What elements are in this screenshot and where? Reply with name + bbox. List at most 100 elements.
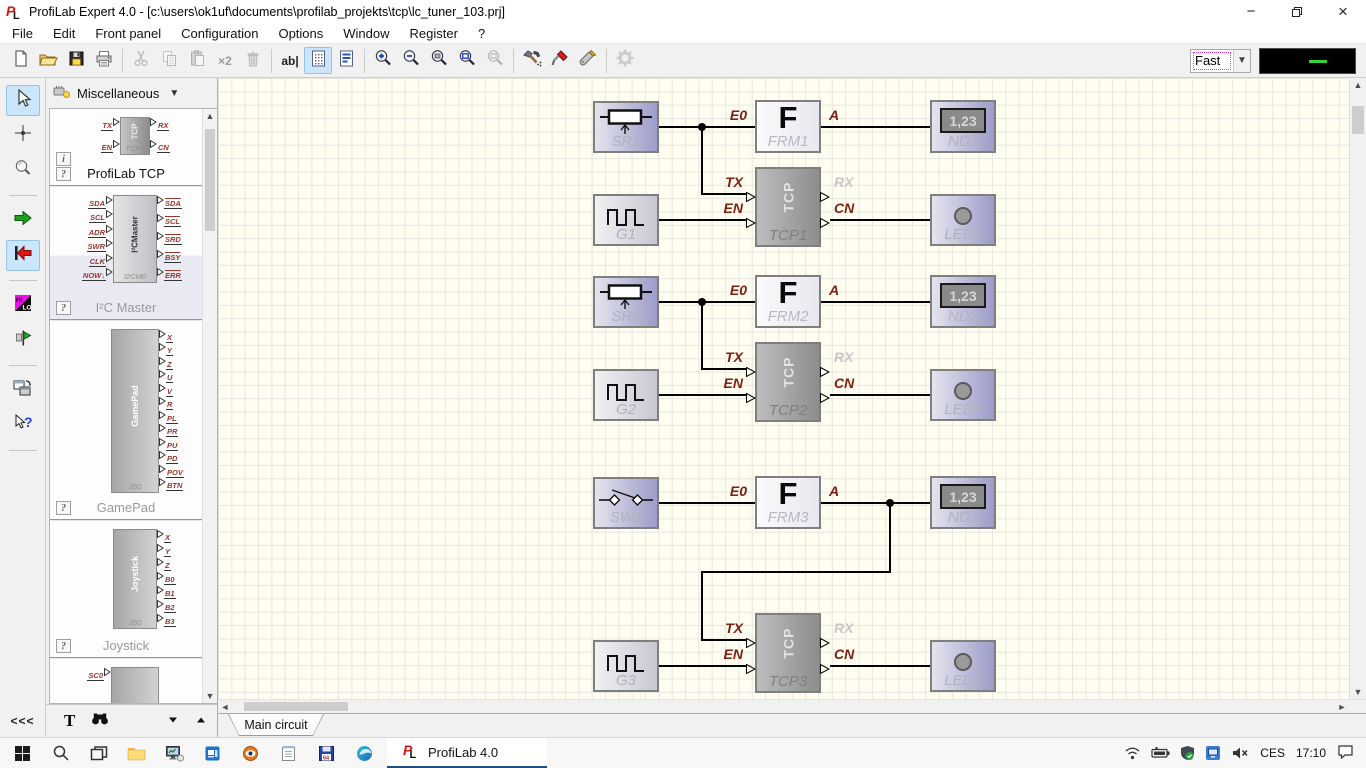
scroll-left-icon[interactable]: ◄ xyxy=(218,700,232,713)
defender-shield-icon[interactable] xyxy=(1180,745,1195,761)
eye-viewer-icon[interactable] xyxy=(238,741,263,766)
canvas-component-nd3[interactable]: 1,23ND3 xyxy=(930,476,996,529)
canvas-component-frm1[interactable]: FFRM1 xyxy=(755,100,821,153)
library-category-header[interactable]: Miscellaneous ▼ xyxy=(46,78,217,108)
library-item-joystick[interactable]: JoystickJS0XYZB0B1B2B3Joystick? xyxy=(50,521,202,659)
simulation-speed-select[interactable]: Fast ▼ xyxy=(1190,49,1251,73)
menu-item-front-panel[interactable]: Front panel xyxy=(85,24,171,43)
battery-icon[interactable] xyxy=(1151,747,1170,759)
scroll-down-icon[interactable]: ▼ xyxy=(203,689,217,703)
file-explorer-icon[interactable] xyxy=(124,741,149,766)
menu-item-options[interactable]: Options xyxy=(268,24,333,43)
help-button[interactable]: ? xyxy=(56,167,71,181)
library-item-partial[interactable]: SC0 xyxy=(50,659,202,704)
stop-simulation-button[interactable] xyxy=(6,240,40,271)
menu-item-?[interactable]: ? xyxy=(468,24,495,43)
tools-hammer-button[interactable] xyxy=(518,47,546,74)
screwdriver-button[interactable] xyxy=(546,47,574,74)
menu-item-edit[interactable]: Edit xyxy=(43,24,85,43)
restore-button[interactable] xyxy=(1274,0,1320,23)
front-panel-editor-button[interactable] xyxy=(332,47,360,74)
library-item-profilab-tcp[interactable]: TCPTCP0TXENRXCNProfiLab TCPi? xyxy=(50,109,202,187)
close-button[interactable]: × xyxy=(1320,0,1366,23)
zoom-selection-button[interactable] xyxy=(425,47,453,74)
canvas-component-tcp2[interactable]: TCPTCP2 xyxy=(755,342,821,422)
canvas-component-led1[interactable]: LED1 xyxy=(930,194,996,246)
new-document-button[interactable] xyxy=(6,47,34,74)
volume-muted-icon[interactable] xyxy=(1231,746,1249,760)
help-button[interactable]: ? xyxy=(56,639,71,653)
keyboard-layout[interactable]: CES xyxy=(1260,746,1285,760)
select-arrow-button[interactable] xyxy=(6,85,40,116)
scroll-down-icon[interactable]: ▼ xyxy=(1350,685,1366,699)
menu-item-window[interactable]: Window xyxy=(333,24,399,43)
news-app-icon[interactable] xyxy=(200,741,225,766)
zoom-page-button[interactable] xyxy=(453,47,481,74)
notification-bubble-icon[interactable] xyxy=(1337,744,1354,762)
text-tool-button[interactable]: ab| xyxy=(276,47,304,74)
cascade-windows-button[interactable] xyxy=(6,375,40,406)
zoom-in-button[interactable] xyxy=(369,47,397,74)
canvas-component-nd2[interactable]: 1,23ND2 xyxy=(930,275,996,328)
print-button[interactable] xyxy=(90,47,118,74)
network-app-icon[interactable] xyxy=(1205,745,1221,761)
collapse-panel-button[interactable]: <<< xyxy=(0,714,45,728)
speed-value[interactable]: Fast xyxy=(1191,50,1233,72)
scroll-up-icon[interactable]: ▲ xyxy=(203,109,217,123)
canvas-component-sr1[interactable]: SR1 xyxy=(593,101,659,153)
hxd-editor-icon[interactable]: 64 xyxy=(314,741,339,766)
wifi-icon[interactable] xyxy=(1124,746,1141,760)
task-view-icon[interactable] xyxy=(86,741,111,766)
canvas-component-g1[interactable]: G1 xyxy=(593,194,659,246)
grid-toggle-button[interactable] xyxy=(304,47,332,74)
canvas-component-sw1[interactable]: SW1 xyxy=(593,477,659,529)
minimize-button[interactable]: − xyxy=(1228,0,1274,23)
canvas-component-tcp3[interactable]: TCPTCP3 xyxy=(755,613,821,693)
library-scrollbar[interactable]: ▲ ▼ xyxy=(202,109,217,703)
canvas-component-g3[interactable]: G3 xyxy=(593,640,659,692)
remote-desktop-icon[interactable] xyxy=(162,741,187,766)
tab-main-circuit[interactable]: Main circuit xyxy=(228,714,324,736)
find-tool-button[interactable] xyxy=(91,711,109,731)
scrollbar-thumb[interactable] xyxy=(1352,106,1364,134)
canvas-component-frm3[interactable]: FFRM3 xyxy=(755,476,821,529)
open-folder-button[interactable] xyxy=(34,47,62,74)
horizontal-scrollbar[interactable]: ◄ ► xyxy=(218,700,1349,713)
wire-tool-button[interactable] xyxy=(6,120,40,151)
move-down-button[interactable] xyxy=(167,712,179,730)
canvas-component-led3[interactable]: LED3 xyxy=(930,640,996,692)
scrollbar-thumb[interactable] xyxy=(205,129,215,231)
library-item-gamepad[interactable]: GamePadJS0XYZUVRPLPRPUPDPOVBTNGamePad? xyxy=(50,321,202,521)
canvas-component-frm2[interactable]: FFRM2 xyxy=(755,275,821,328)
scroll-right-icon[interactable]: ► xyxy=(1335,700,1349,713)
canvas-component-tcp1[interactable]: TCPTCP1 xyxy=(755,167,821,247)
help-button[interactable]: ? xyxy=(56,501,71,515)
context-help-button[interactable]: ? xyxy=(6,410,40,441)
info-button[interactable]: i xyxy=(56,152,71,166)
menu-item-register[interactable]: Register xyxy=(400,24,468,43)
chevron-down-icon[interactable]: ▼ xyxy=(1233,50,1250,72)
help-button[interactable]: ? xyxy=(56,301,71,315)
canvas-component-g2[interactable]: G2 xyxy=(593,369,659,421)
edge-browser-icon[interactable] xyxy=(352,741,377,766)
save-button[interactable] xyxy=(62,47,90,74)
menu-item-file[interactable]: File xyxy=(2,24,43,43)
scrollbar-thumb[interactable] xyxy=(244,702,348,711)
move-up-button[interactable] xyxy=(195,712,207,730)
run-simulation-button[interactable] xyxy=(6,205,40,236)
vertical-scrollbar[interactable]: ▲ ▼ xyxy=(1349,78,1366,699)
solder-tool-button[interactable] xyxy=(574,47,602,74)
canvas-component-sr2[interactable]: SR2 xyxy=(593,276,659,328)
taskbar-active-app[interactable]: PL ProfiLab 4.0 xyxy=(387,738,547,768)
hi-lo-levels-button[interactable]: HILO xyxy=(6,290,40,321)
windows-start-icon[interactable] xyxy=(10,741,35,766)
probe-flag-button[interactable] xyxy=(6,325,40,356)
canvas-component-nd1[interactable]: 1,23ND1 xyxy=(930,100,996,153)
clock[interactable]: 17:10 xyxy=(1296,746,1326,760)
menu-item-configuration[interactable]: Configuration xyxy=(171,24,268,43)
canvas-component-led2[interactable]: LED2 xyxy=(930,369,996,421)
windows-search-icon[interactable] xyxy=(48,741,73,766)
library-item-i-c-master[interactable]: I²CMasterI2CM0SDASCLADRSWRCLKNOW↓SDASCLS… xyxy=(50,187,202,321)
zoom-tool-button[interactable] xyxy=(6,155,40,186)
text-label-tool-button[interactable]: T xyxy=(64,711,75,731)
